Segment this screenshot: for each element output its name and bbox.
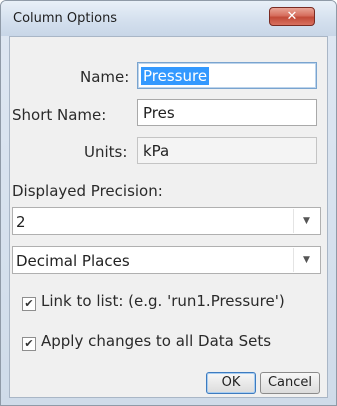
checkmark-icon: ✔ [24,297,34,310]
chevron-down-icon[interactable]: ▼ [293,248,319,272]
name-label: Name: [80,68,130,86]
close-button[interactable]: ✕ [269,7,315,26]
chevron-down-icon[interactable]: ▼ [293,209,319,233]
units-label: Units: [84,143,128,161]
precision-value: 2 [16,213,26,231]
link-to-list-label: Link to list: (e.g. 'run1.Pressure') [41,292,285,310]
link-to-list-checkbox[interactable]: ✔ [22,297,36,311]
close-icon: ✕ [286,9,298,24]
precision-select[interactable]: 2 ▼ [12,207,321,235]
apply-all-option[interactable]: ✔ Apply changes to all Data Sets [22,332,271,351]
precision-mode-select[interactable]: Decimal Places ▼ [12,246,321,274]
title-bar[interactable]: Column Options ✕ [1,1,336,36]
cancel-button[interactable]: Cancel [260,372,320,394]
column-options-dialog: Column Options ✕ Name: Pressure Short Na… [0,0,337,406]
units-field[interactable]: kPa [137,137,317,164]
ok-button[interactable]: OK [206,372,256,394]
dialog-content: Name: Pressure Short Name: Pres Units: k… [9,36,328,398]
link-to-list-option[interactable]: ✔ Link to list: (e.g. 'run1.Pressure') [22,292,285,311]
short-name-field[interactable]: Pres [137,99,317,126]
name-value: Pressure [141,67,210,85]
checkmark-icon: ✔ [24,337,34,350]
units-value: kPa [143,142,170,160]
precision-mode-value: Decimal Places [16,252,130,270]
apply-all-label: Apply changes to all Data Sets [41,332,272,350]
short-name-value: Pres [143,104,175,122]
dialog-title: Column Options [13,11,118,26]
precision-label: Displayed Precision: [12,182,163,200]
short-name-label: Short Name: [12,106,107,124]
name-field[interactable]: Pressure [137,62,317,89]
apply-all-checkbox[interactable]: ✔ [22,337,36,351]
